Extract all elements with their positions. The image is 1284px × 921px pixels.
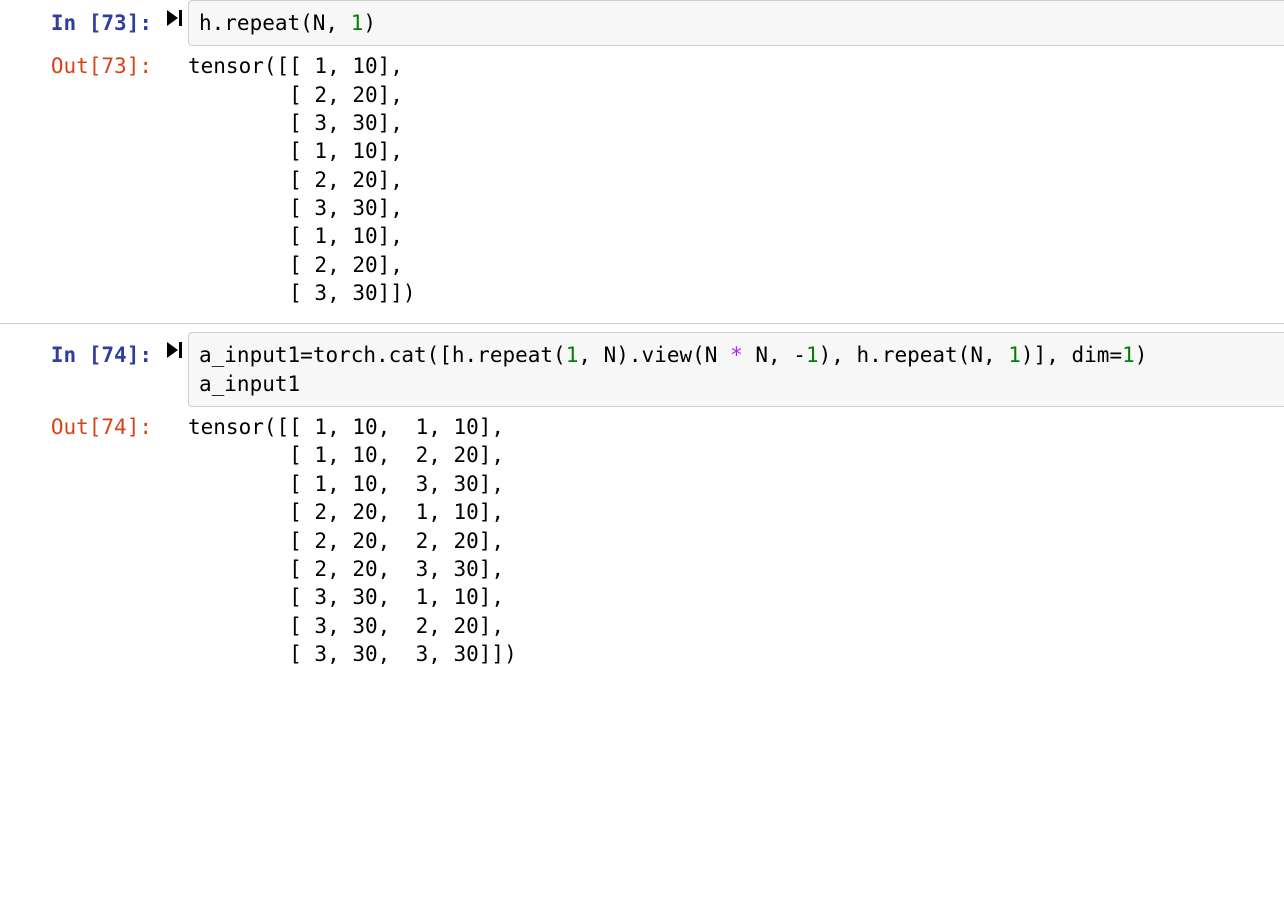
output-row: Out[73]:tensor([[ 1, 10], [ 2, 20], [ 3,… [0, 46, 1284, 315]
cell-output: tensor([[ 1, 10], [ 2, 20], [ 3, 30], [ … [188, 46, 1284, 315]
out-prompt: Out[73]: [0, 46, 160, 315]
code-cell: In [73]: h.repeat(N, 1) [0, 0, 1284, 46]
out-prompt: Out[74]: [0, 407, 160, 676]
cell-separator [0, 323, 1284, 324]
run-cell-icon[interactable] [160, 0, 188, 26]
code-cell: In [74]: a_input1=torch.cat([h.repeat(1, … [0, 332, 1284, 407]
in-prompt: In [74]: [0, 332, 160, 374]
run-cell-icon[interactable] [160, 332, 188, 358]
cell-output: tensor([[ 1, 10, 1, 10], [ 1, 10, 2, 20]… [188, 407, 1284, 676]
notebook-container: In [73]:h.repeat(N, 1)Out[73]:tensor([[ … [0, 0, 1284, 676]
in-prompt: In [73]: [0, 0, 160, 42]
code-input[interactable]: h.repeat(N, 1) [188, 0, 1284, 46]
code-input[interactable]: a_input1=torch.cat([h.repeat(1, N).view(… [188, 332, 1284, 407]
output-row: Out[74]:tensor([[ 1, 10, 1, 10], [ 1, 10… [0, 407, 1284, 676]
